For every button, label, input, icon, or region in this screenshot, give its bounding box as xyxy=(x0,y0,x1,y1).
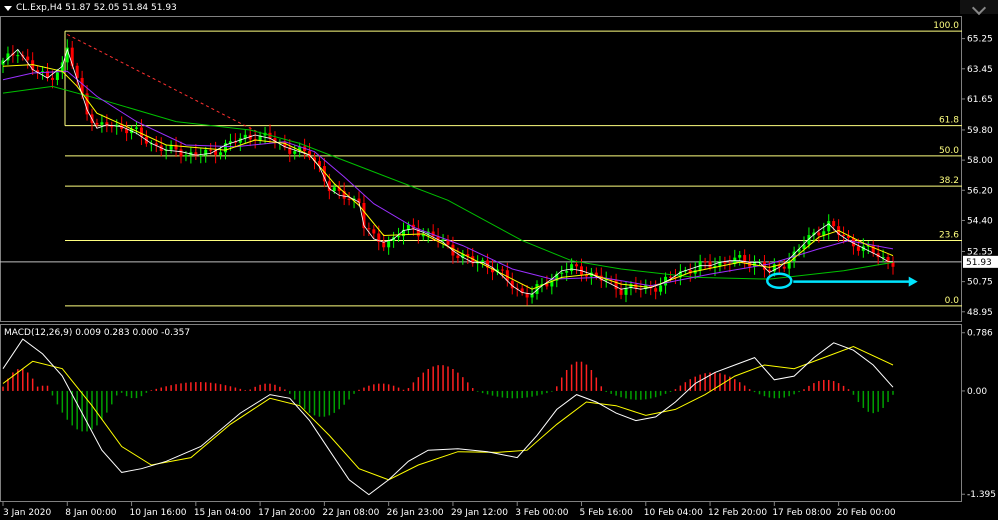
symbol-label: CL.Exp,H4 xyxy=(16,3,63,13)
bull-candle xyxy=(100,122,104,125)
fib-level-label: 61.8 xyxy=(939,116,959,126)
bull-candle xyxy=(406,224,410,230)
bull-candle xyxy=(565,271,569,273)
bull-candle xyxy=(397,236,401,238)
bull-candle xyxy=(184,155,188,157)
annotation-ellipse xyxy=(766,272,793,290)
time-axis-label: 20 Feb 00:00 xyxy=(837,508,896,518)
bear-candle xyxy=(545,283,549,287)
current-price-text: 51.93 xyxy=(966,258,992,268)
bull-candle xyxy=(135,127,138,129)
bear-candle xyxy=(110,126,114,128)
bear-candle xyxy=(95,122,99,125)
price-axis-label: 56.20 xyxy=(967,186,993,196)
price-axis-label: 58.00 xyxy=(967,156,993,166)
time-axis-label: 10 Feb 04:00 xyxy=(644,508,703,518)
bull-candle xyxy=(570,264,574,272)
price-close-line xyxy=(2,48,894,295)
ohlc-values: 51.87 52.05 51.84 51.93 xyxy=(65,3,177,13)
ma-mid-line xyxy=(2,70,894,287)
bear-candle xyxy=(708,261,712,268)
bear-candle xyxy=(70,47,74,66)
bear-candle xyxy=(209,149,213,151)
time-axis-label: 17 Jan 20:00 xyxy=(258,508,315,518)
time-axis-label: 15 Jan 04:00 xyxy=(194,508,251,518)
bull-candle xyxy=(738,255,742,258)
bear-candle xyxy=(347,198,351,200)
time-axis-label: 12 Feb 20:00 xyxy=(708,508,767,518)
bull-candle xyxy=(624,287,628,295)
price-axis-label: 65.25 xyxy=(967,35,993,45)
bear-candle xyxy=(372,229,376,234)
chart-window: 100.0 61.8 50.0 38.2 23.6 0.0 65.25 63.45 61.65 5… xyxy=(0,0,998,520)
price-axis-label: 63.45 xyxy=(967,65,993,75)
bull-candle xyxy=(332,187,336,192)
price-axis-label: 59.80 xyxy=(967,126,993,136)
bull-candle xyxy=(441,239,445,241)
time-axis-label: 22 Jan 08:00 xyxy=(322,508,379,518)
bear-candle xyxy=(619,289,623,295)
bear-candle xyxy=(456,255,460,259)
bear-candle xyxy=(703,261,707,263)
fib-level-label: 23.6 xyxy=(939,231,959,241)
fib-level-label: 38.2 xyxy=(939,176,959,186)
time-axis-label: 3 Jan 2020 xyxy=(3,508,51,518)
bear-candle xyxy=(654,288,658,292)
ma-slow-line xyxy=(2,85,894,280)
time-axis-label: 26 Jan 23:00 xyxy=(387,508,444,518)
bear-candle xyxy=(179,149,183,157)
price-axis-label: 54.40 xyxy=(967,216,993,226)
price-axis-label: 48.95 xyxy=(967,308,993,318)
bull-candle xyxy=(219,152,223,155)
scroll-chevron-icon[interactable] xyxy=(960,0,998,14)
bear-candle xyxy=(500,269,504,271)
bear-candle xyxy=(891,262,895,267)
fib-level-label: 50.0 xyxy=(939,146,959,156)
price-axis-label: 61.65 xyxy=(967,95,993,105)
chart-canvas[interactable]: 100.0 61.8 50.0 38.2 23.6 0.0 65.25 63.45 61.65 5… xyxy=(0,0,998,520)
bull-candle xyxy=(204,149,208,156)
annotation-arrow-head xyxy=(908,276,918,287)
bull-candle xyxy=(560,272,564,274)
time-axis-label: 29 Jan 12:00 xyxy=(451,508,508,518)
fib-level-label: 0.0 xyxy=(945,296,960,306)
bull-candle xyxy=(827,221,831,232)
bear-candle xyxy=(575,264,579,267)
macd-pane-border xyxy=(0,324,962,502)
macd-main-line xyxy=(2,338,894,496)
chart-header: CL.Exp,H4 51.87 52.05 51.84 51.93 xyxy=(0,0,177,16)
price-axis-label: 50.75 xyxy=(967,278,993,288)
bear-candle xyxy=(139,127,143,137)
bear-candle xyxy=(856,246,860,251)
bear-candle xyxy=(50,77,54,80)
bear-candle xyxy=(367,228,371,230)
time-axis-label: 5 Feb 16:00 xyxy=(580,508,634,518)
bull-candle xyxy=(55,72,59,80)
bear-candle xyxy=(817,232,821,236)
time-axis-label: 10 Jan 16:00 xyxy=(130,508,187,518)
bull-candle xyxy=(659,285,663,292)
bear-candle xyxy=(26,56,30,61)
macd-axis-label: 0.00 xyxy=(967,387,987,397)
ma-fast-line xyxy=(2,64,894,290)
bear-candle xyxy=(614,279,618,290)
main-pane-border xyxy=(0,16,962,322)
time-axis-label: 17 Feb 08:00 xyxy=(772,508,831,518)
macd-indicator-label: MACD(12,26,9) 0.009 0.283 0.000 -0.357 xyxy=(4,328,191,338)
time-axis-label: 8 Jan 00:00 xyxy=(65,508,117,518)
macd-axis-label: -1.395 xyxy=(967,490,996,500)
bear-candle xyxy=(382,241,386,248)
bull-candle xyxy=(199,155,203,157)
bear-candle xyxy=(842,234,846,236)
bull-candle xyxy=(293,151,297,154)
time-axis-label: 3 Feb 00:00 xyxy=(515,508,569,518)
bull-candle xyxy=(387,240,391,248)
bear-candle xyxy=(782,266,786,269)
bull-candle xyxy=(16,55,20,57)
trend-line xyxy=(67,33,261,134)
fib-level-label: 100.0 xyxy=(933,21,959,31)
macd-axis-label: 0.786 xyxy=(967,329,993,339)
bear-candle xyxy=(669,276,672,278)
bear-candle xyxy=(832,221,836,227)
